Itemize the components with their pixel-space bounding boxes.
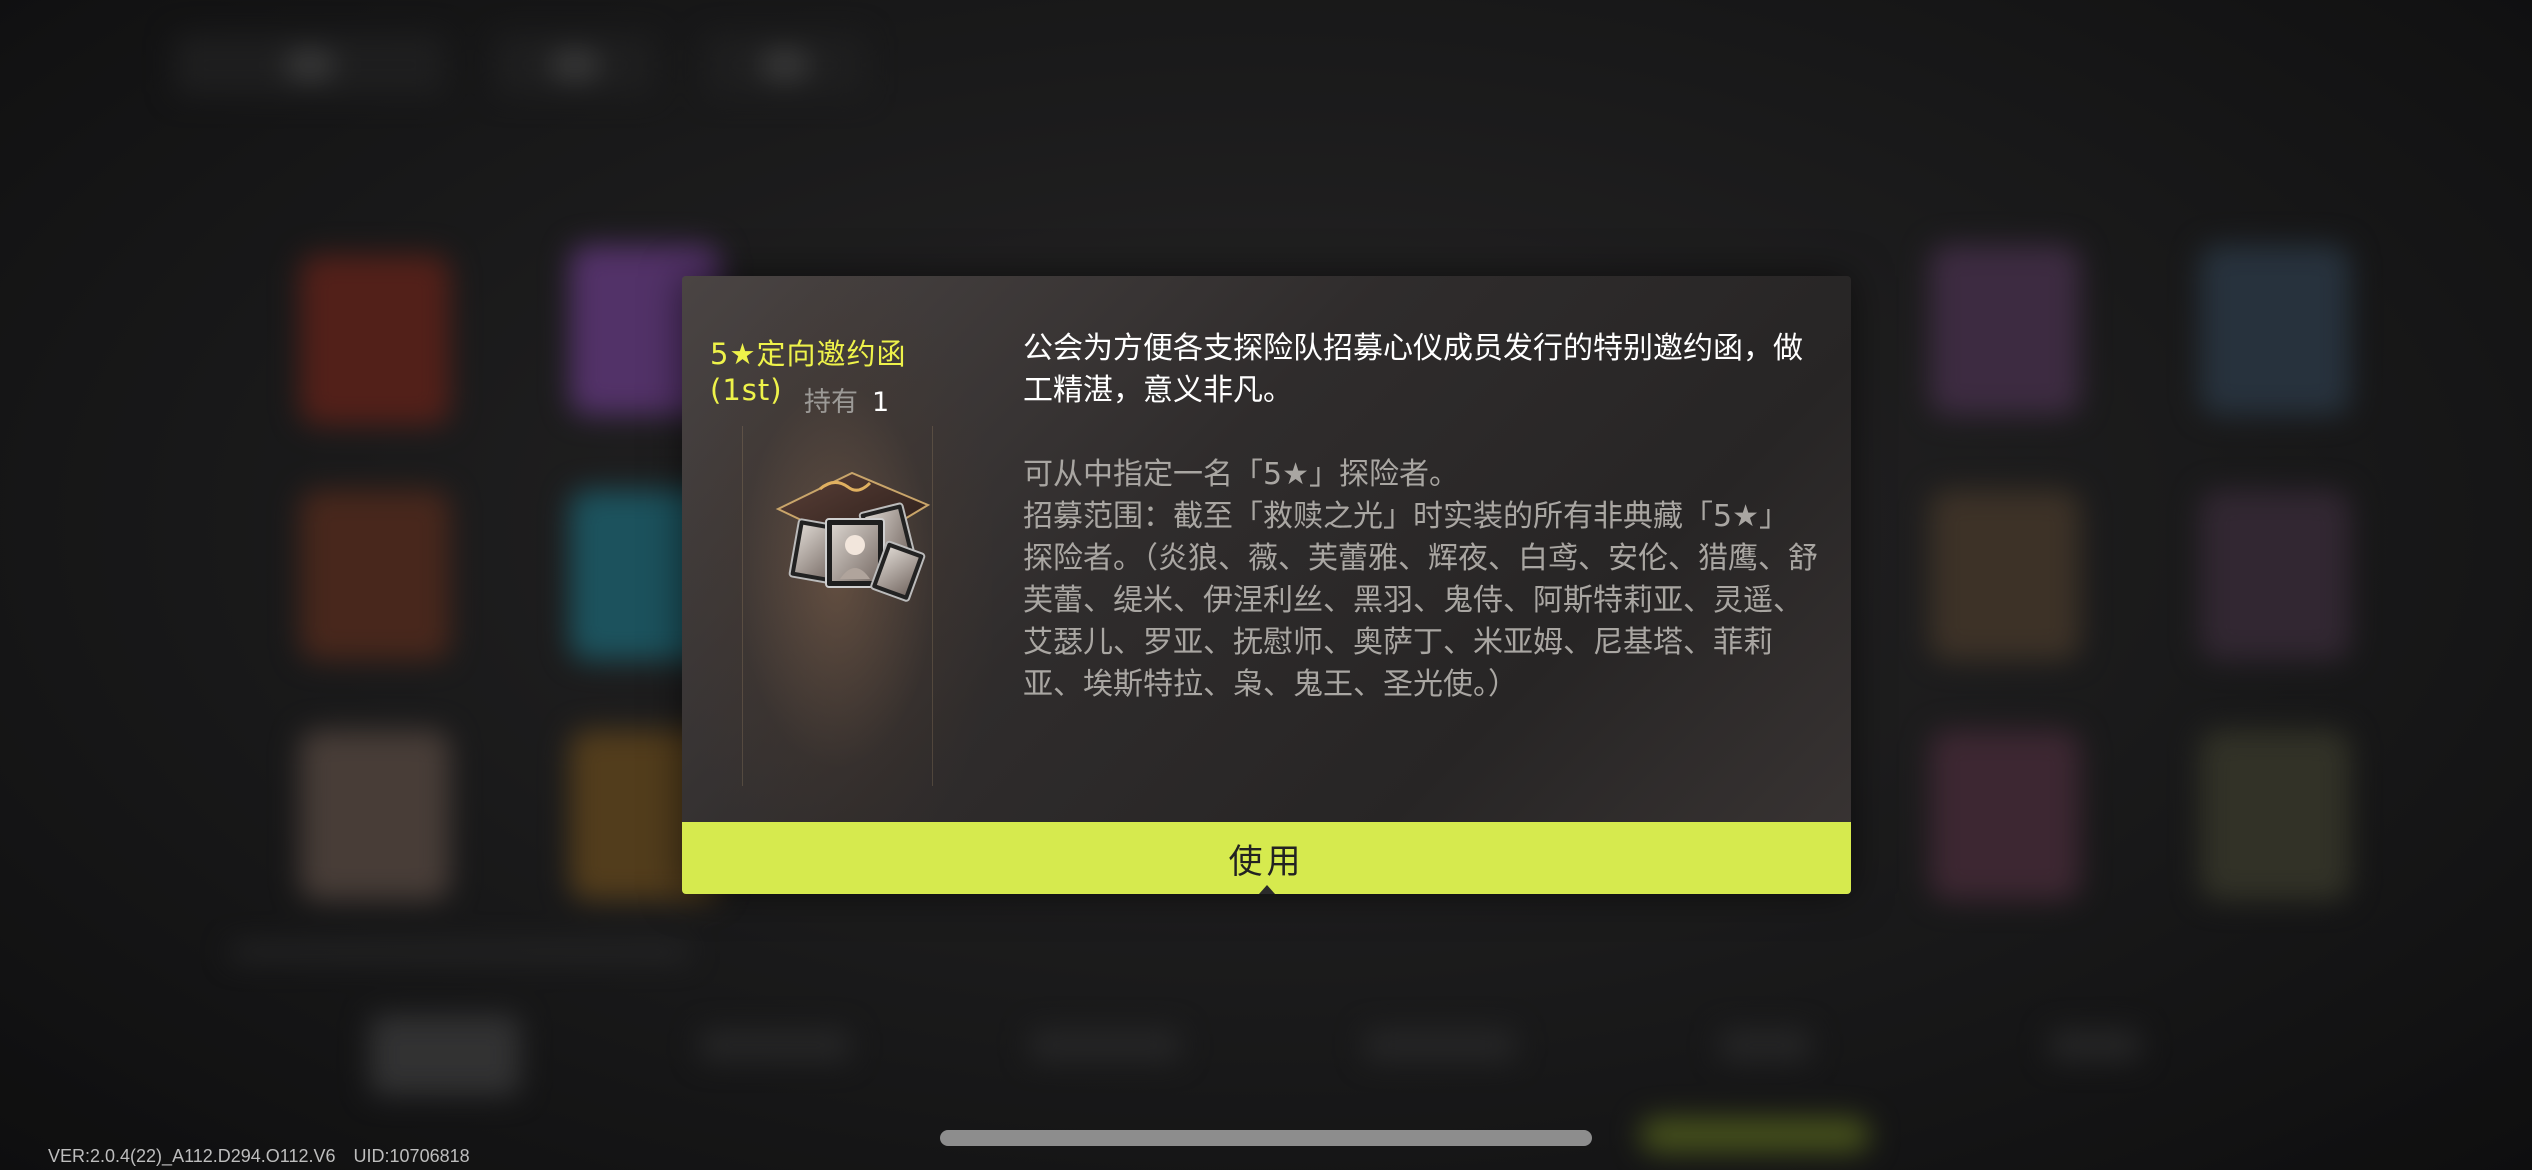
invitation-cards-icon (775, 471, 931, 602)
home-indicator-bar[interactable] (940, 1130, 1592, 1146)
item-details-scroll[interactable]: 可从中指定一名「5★」探险者。 招募范围：截至「救赎之光」时实装的所有非典藏「5… (1023, 454, 1818, 752)
uid-text: UID:10706818 (353, 1146, 470, 1166)
use-button[interactable]: 使用 (682, 822, 1851, 894)
version-info: VER:2.0.4(22)_A112.D294.O112.V6 UID:10706… (48, 1146, 470, 1167)
owned-count-row: 持有 1 (804, 380, 889, 419)
item-description: 公会为方便各支探险队招募心仪成员发行的特别邀约函，做工精湛，意义非凡。 (1023, 331, 1803, 408)
item-details: 可从中指定一名「5★」探险者。 招募范围：截至「救赎之光」时实装的所有非典藏「5… (1023, 457, 1818, 702)
caret-up-icon (1259, 885, 1275, 894)
item-detail-dialog: 5★定向邀约函(1st) 持有 1 公会为方便各支探险队招募心仪成员发行的特别邀… (682, 276, 1851, 894)
version-text: VER:2.0.4(22)_A112.D294.O112.V6 (48, 1146, 336, 1166)
use-button-label: 使用 (1228, 841, 1305, 882)
owned-label: 持有 (804, 387, 858, 418)
owned-count: 1 (872, 387, 890, 418)
